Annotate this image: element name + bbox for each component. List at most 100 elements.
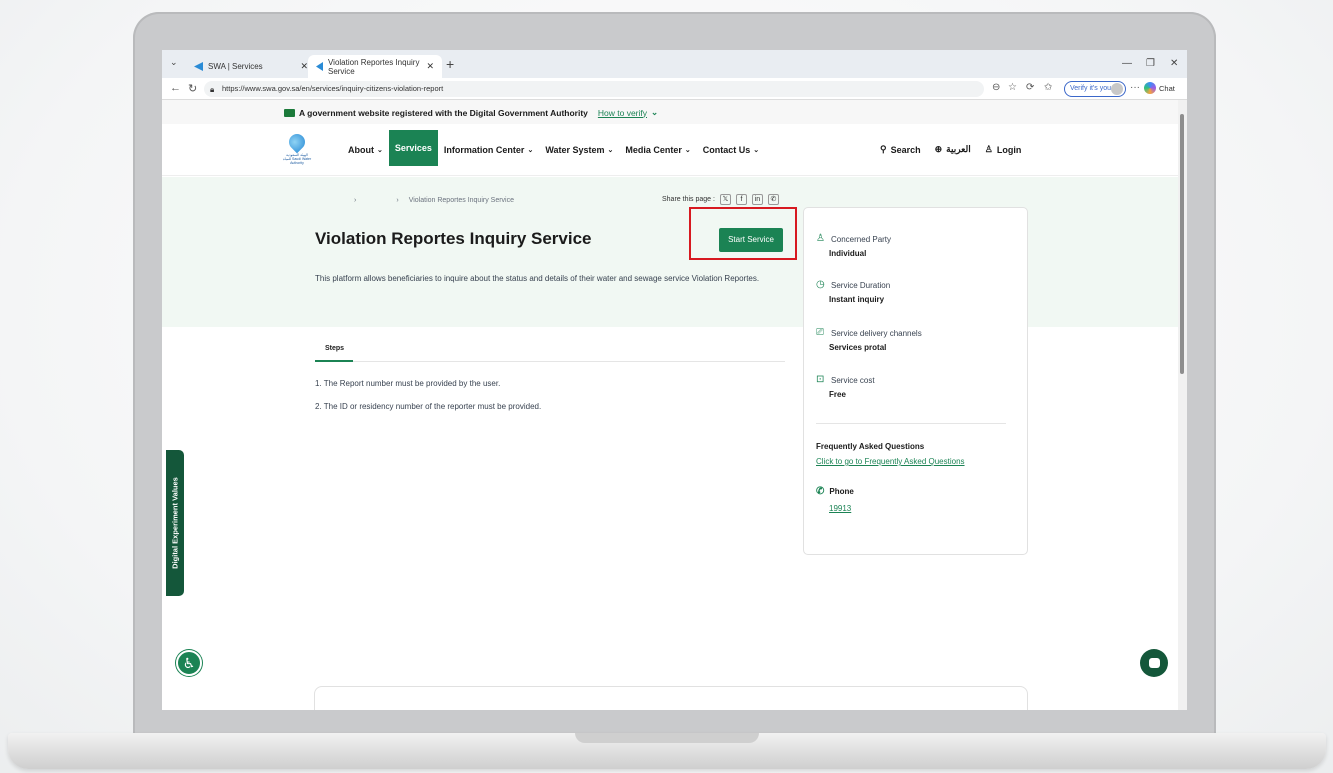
search-icon: ⚲ bbox=[880, 144, 887, 154]
divider bbox=[816, 423, 1006, 424]
nav-media-center[interactable]: Media Center ⌄ bbox=[619, 136, 696, 164]
laptop-notch bbox=[575, 733, 759, 743]
nav-information-center[interactable]: Information Center ⌄ bbox=[438, 136, 539, 164]
phone-label-text: Phone bbox=[829, 487, 854, 496]
maximize-icon[interactable]: ❐ bbox=[1146, 58, 1155, 69]
active-tab-indicator bbox=[315, 360, 353, 362]
phone-number-link[interactable]: 19913 bbox=[829, 504, 851, 513]
swa-favicon-icon bbox=[316, 62, 323, 71]
step-item: 1. The Report number must be provided by… bbox=[315, 379, 501, 388]
share-bar: Share this page : 𝕏 f in ✆ bbox=[662, 194, 779, 205]
nav-water-system[interactable]: Water System ⌄ bbox=[539, 136, 619, 164]
copilot-chat-button[interactable]: Chat bbox=[1144, 82, 1175, 94]
extensions-icon[interactable]: ⟳ bbox=[1026, 82, 1034, 93]
nav-about[interactable]: About ⌄ bbox=[342, 136, 389, 164]
monitor-icon: ⎚ bbox=[816, 327, 824, 338]
bottom-card bbox=[314, 686, 1028, 710]
nav-contact-us[interactable]: Contact Us ⌄ bbox=[697, 136, 765, 164]
back-icon[interactable]: ← bbox=[170, 82, 181, 94]
chat-bubble-icon bbox=[1148, 658, 1160, 668]
service-description: This platform allows beneficiaries to in… bbox=[315, 274, 760, 283]
refresh-icon[interactable]: ↻ bbox=[188, 82, 197, 95]
profile-verify-button[interactable]: Verify it's you bbox=[1064, 81, 1126, 97]
whatsapp-icon[interactable]: ✆ bbox=[767, 194, 779, 205]
detail-label: Service cost bbox=[831, 375, 875, 385]
login-button[interactable]: ♙ Login bbox=[985, 144, 1022, 155]
search-button[interactable]: ⚲ Search bbox=[880, 144, 921, 155]
minimize-icon[interactable]: — bbox=[1122, 58, 1132, 69]
window-close-icon[interactable]: ✕ bbox=[1170, 58, 1178, 69]
chevron-down-icon: ⌄ bbox=[377, 147, 383, 154]
detail-label: Service Duration bbox=[831, 280, 891, 290]
zoom-icon[interactable]: ⊖ bbox=[992, 82, 1000, 93]
detail-label: Concerned Party bbox=[831, 234, 892, 244]
tab-steps[interactable]: Steps bbox=[325, 345, 344, 352]
detail-value: Services protal bbox=[829, 343, 887, 352]
close-icon[interactable]: ✕ bbox=[426, 61, 434, 72]
faq-title: Frequently Asked Questions bbox=[816, 442, 925, 451]
more-icon[interactable]: ··· bbox=[1130, 82, 1140, 93]
nav-label: Media Center bbox=[625, 145, 682, 155]
language-button[interactable]: ⊕ العربية bbox=[935, 144, 971, 155]
chevron-down-icon: ⌄ bbox=[684, 147, 691, 154]
favorite-icon[interactable]: ☆ bbox=[1008, 82, 1017, 93]
breadcrumb: › › Violation Reportes Inquiry Service bbox=[314, 197, 514, 204]
breadcrumb-separator-icon: › bbox=[396, 197, 399, 204]
scrollbar[interactable] bbox=[1178, 100, 1187, 710]
tab-list-icon[interactable]: ⌄ bbox=[170, 57, 178, 68]
language-label: العربية bbox=[946, 144, 971, 154]
nav-label: Water System bbox=[545, 145, 605, 155]
tab-bar: ⌄ SWA | Services ✕ Violation Reportes In… bbox=[162, 50, 1187, 78]
tab-label: Violation Reportes Inquiry Service bbox=[327, 57, 420, 76]
breadcrumb-separator-icon: › bbox=[354, 197, 357, 204]
chevron-down-icon[interactable]: ⌄ bbox=[651, 107, 658, 118]
chat-label: Chat bbox=[1159, 83, 1175, 93]
linkedin-icon[interactable]: in bbox=[751, 194, 763, 205]
header-actions: ⚲ Search ⊕ العربية ♙ Login bbox=[880, 144, 1021, 155]
digital-experiment-tab[interactable]: Digital Experiment Values bbox=[166, 450, 184, 596]
delivery-channels: ⎚ Service delivery channels Services prot… bbox=[816, 327, 922, 353]
nav-label: Services bbox=[394, 143, 432, 153]
search-label: Search bbox=[890, 144, 921, 155]
url-field[interactable]: 🔒︎ https://www.swa.gov.sa/en/services/in… bbox=[204, 81, 984, 97]
step-item: 2. The ID or residency number of the rep… bbox=[315, 402, 542, 411]
main-nav: About ⌄ Services Information Center ⌄ Wate… bbox=[342, 130, 765, 166]
nav-label: About bbox=[348, 145, 374, 155]
detail-value: Instant inquiry bbox=[829, 295, 885, 304]
swa-logo[interactable]: الهيئة السعودية للمياه Saudi Water Autho… bbox=[282, 130, 312, 168]
favorites-list-icon[interactable]: ✩ bbox=[1044, 82, 1052, 93]
tab-swa-services[interactable]: SWA | Services ✕ bbox=[186, 55, 316, 78]
new-tab-icon[interactable]: + bbox=[446, 56, 454, 72]
how-to-verify-link[interactable]: How to verify bbox=[598, 108, 647, 118]
money-icon: ⊡ bbox=[816, 374, 825, 385]
gov-registration-bar: A government website registered with the… bbox=[162, 100, 1178, 124]
chevron-down-icon: ⌄ bbox=[527, 147, 534, 154]
faq-link[interactable]: Click to go to Frequently Asked Question… bbox=[816, 457, 965, 466]
url-text: https://www.swa.gov.sa/en/services/inqui… bbox=[222, 84, 444, 93]
scroll-thumb[interactable] bbox=[1180, 114, 1184, 374]
detail-value: Free bbox=[829, 390, 846, 399]
water-drop-icon bbox=[285, 130, 309, 154]
gov-text: A government website registered with the… bbox=[299, 107, 588, 118]
saudi-flag-icon bbox=[284, 108, 295, 117]
nav-services[interactable]: Services bbox=[388, 130, 438, 166]
close-icon[interactable]: ✕ bbox=[300, 61, 308, 72]
x-icon[interactable]: 𝕏 bbox=[719, 194, 731, 205]
service-duration: ◷ Service Duration Instant inquiry bbox=[816, 280, 891, 305]
facebook-icon[interactable]: f bbox=[735, 194, 747, 205]
breadcrumb-current: Violation Reportes Inquiry Service bbox=[408, 197, 515, 204]
concerned-party: ♙ Concerned Party Individual bbox=[816, 234, 892, 259]
tab-violation-reportes[interactable]: Violation Reportes Inquiry Service ✕ bbox=[308, 55, 442, 78]
address-bar: ← ↻ 🔒︎ https://www.swa.gov.sa/en/service… bbox=[162, 78, 1187, 100]
service-details-panel: ♙ Concerned Party Individual ◷ Service Dur… bbox=[803, 207, 1028, 555]
tab-label: SWA | Services bbox=[208, 62, 263, 71]
lock-icon: 🔒︎ bbox=[210, 85, 215, 94]
browser-window: ⌄ SWA | Services ✕ Violation Reportes In… bbox=[162, 50, 1187, 710]
avatar bbox=[1111, 83, 1123, 95]
detail-value: Individual bbox=[829, 249, 867, 258]
phone-icon: ✆ bbox=[816, 486, 825, 497]
steps-tabs: Steps bbox=[315, 343, 785, 362]
nav-label: Information Center bbox=[443, 145, 525, 155]
accessibility-button[interactable]: ♿︎ bbox=[176, 650, 202, 676]
chat-button[interactable] bbox=[1140, 649, 1168, 677]
